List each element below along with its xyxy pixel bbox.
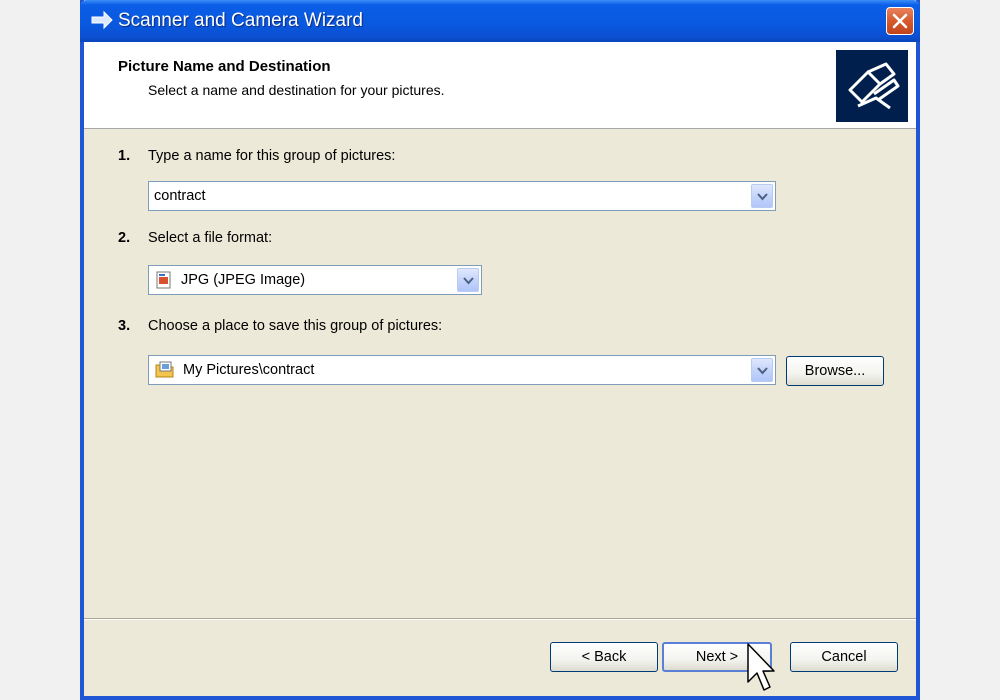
save-location-dropdown-button[interactable] [751,358,773,382]
save-location-value: My Pictures\contract [183,362,315,378]
step-text: Choose a place to save this group of pic… [148,318,443,334]
step-number: 3. [118,318,131,334]
picture-name-dropdown-button[interactable] [751,184,773,208]
save-location-combobox[interactable]: My Pictures\contract [148,355,776,385]
picture-name-value: contract [154,188,206,204]
jpeg-file-icon [155,271,173,289]
scanner-camera-icon [836,50,908,122]
footer-divider [84,618,916,620]
step-3-label: 3. Choose a place to save this group of p… [118,318,442,334]
wizard-window: Scanner and Camera Wizard Picture Name a… [80,0,920,700]
wizard-header: Picture Name and Destination Select a na… [84,42,916,129]
step-1-label: 1. Type a name for this group of pictures… [118,148,395,164]
file-format-dropdown-button[interactable] [457,268,479,292]
back-button[interactable]: < Back [550,642,658,672]
step-2-label: 2. Select a file format: [118,230,272,246]
step-text: Type a name for this group of pictures: [148,148,396,164]
my-pictures-folder-icon [155,361,174,379]
title-bar: Scanner and Camera Wizard [80,0,920,42]
page-subtitle: Select a name and destination for your p… [148,82,445,98]
step-text: Select a file format: [148,230,273,246]
chevron-down-icon [463,277,474,285]
chevron-down-icon [757,367,768,375]
step-number: 1. [118,148,131,164]
wizard-arrow-icon [90,9,114,31]
close-button[interactable] [886,7,914,35]
file-format-select[interactable]: JPG (JPEG Image) [148,265,482,295]
chevron-down-icon [757,193,768,201]
file-format-value: JPG (JPEG Image) [181,272,306,288]
browse-button[interactable]: Browse... [786,356,884,386]
picture-name-combobox[interactable]: contract [148,181,776,211]
cancel-button[interactable]: Cancel [790,642,898,672]
mouse-pointer-icon [747,643,775,691]
window-title: Scanner and Camera Wizard [118,10,363,31]
close-icon [892,13,908,29]
page-title: Picture Name and Destination [118,58,331,75]
step-number: 2. [118,230,131,246]
